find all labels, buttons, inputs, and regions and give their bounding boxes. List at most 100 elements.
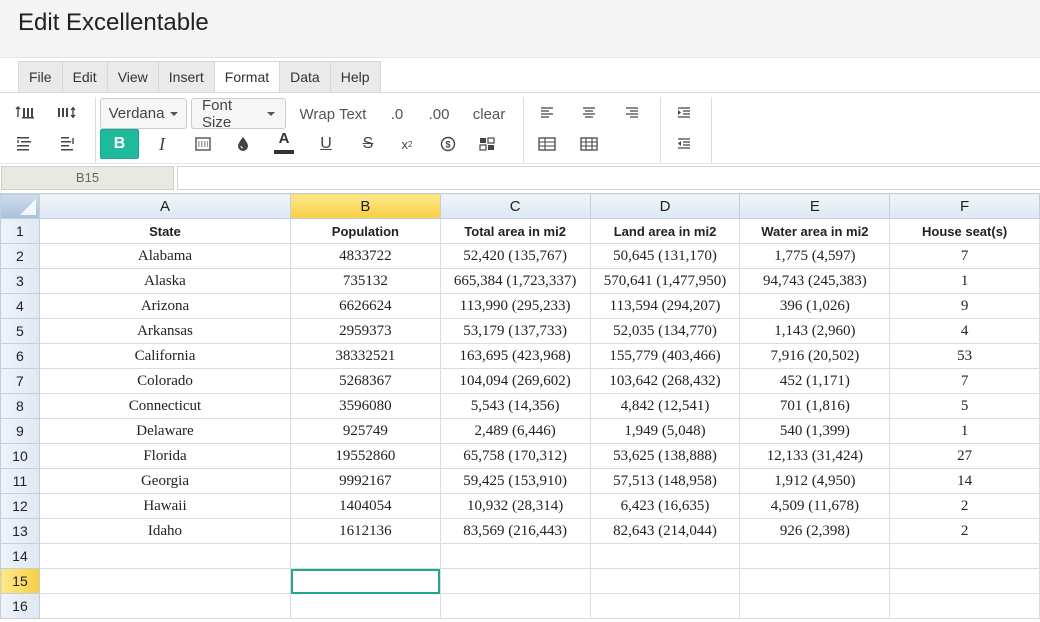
cell-b3[interactable]: 735132 (290, 268, 441, 294)
cell-f10[interactable]: 27 (889, 443, 1040, 469)
cell-d16[interactable] (589, 593, 741, 619)
cell-a7[interactable]: Colorado (38, 368, 292, 394)
clear-format-button[interactable]: clear (468, 100, 510, 128)
cell-b14[interactable] (290, 543, 441, 569)
cell-f8[interactable]: 5 (889, 393, 1040, 419)
text-color-button[interactable]: A (273, 129, 295, 155)
row-header-4[interactable]: 4 (0, 293, 40, 319)
cell-e7[interactable]: 452 (1,171) (739, 368, 891, 394)
select-all-corner[interactable] (0, 193, 40, 219)
cell-d2[interactable]: 50,645 (131,170) (589, 243, 741, 269)
cell-a10[interactable]: Florida (38, 443, 292, 469)
row-header-13[interactable]: 13 (0, 518, 40, 544)
merge-cells-icon[interactable] (476, 133, 498, 155)
cell-a1[interactable]: State (38, 218, 292, 244)
cell-c6[interactable]: 163,695 (423,968) (439, 343, 591, 369)
underline-button[interactable]: U (315, 131, 337, 157)
row-header-11[interactable]: 11 (0, 468, 40, 494)
menu-file[interactable]: File (19, 62, 63, 93)
cell-a5[interactable]: Arkansas (38, 318, 292, 344)
cell-e3[interactable]: 94,743 (245,383) (739, 268, 891, 294)
column-header-f[interactable]: F (889, 193, 1040, 219)
cell-f15[interactable] (889, 568, 1040, 594)
cell-c10[interactable]: 65,758 (170,312) (439, 443, 591, 469)
row-header-1[interactable]: 1 (0, 218, 40, 244)
cell-e2[interactable]: 1,775 (4,597) (739, 243, 891, 269)
cell-f11[interactable]: 14 (889, 468, 1040, 494)
cell-e13[interactable]: 926 (2,398) (739, 518, 891, 544)
cell-a8[interactable]: Connecticut (38, 393, 292, 419)
cell-d15[interactable] (589, 568, 741, 594)
currency-icon[interactable]: $ (437, 133, 459, 155)
cell-a9[interactable]: Delaware (38, 418, 292, 444)
wrap-text-button[interactable]: Wrap Text (293, 100, 373, 128)
align-right-icon[interactable] (621, 103, 643, 123)
insert-row-above-icon[interactable] (14, 103, 36, 123)
strikethrough-button[interactable]: S (357, 131, 379, 157)
cell-a13[interactable]: Idaho (38, 518, 292, 544)
cell-e14[interactable] (739, 543, 891, 569)
cell-f3[interactable]: 1 (889, 268, 1040, 294)
insert-column-icon[interactable] (56, 103, 78, 123)
cell-c11[interactable]: 59,425 (153,910) (439, 468, 591, 494)
cell-f2[interactable]: 7 (889, 243, 1040, 269)
align-center-icon[interactable] (578, 103, 600, 123)
cell-b16[interactable] (290, 593, 441, 619)
cell-e11[interactable]: 1,912 (4,950) (739, 468, 891, 494)
row-header-8[interactable]: 8 (0, 393, 40, 419)
cell-c12[interactable]: 10,932 (28,314) (439, 493, 591, 519)
column-header-d[interactable]: D (589, 193, 741, 219)
cell-b9[interactable]: 925749 (290, 418, 441, 444)
cell-c16[interactable] (439, 593, 591, 619)
column-header-a[interactable]: A (38, 193, 292, 219)
column-header-c[interactable]: C (439, 193, 591, 219)
cell-a14[interactable] (38, 543, 292, 569)
row-header-10[interactable]: 10 (0, 443, 40, 469)
cell-e12[interactable]: 4,509 (11,678) (739, 493, 891, 519)
decrease-indent-icon[interactable] (673, 133, 695, 155)
cell-a3[interactable]: Alaska (38, 268, 292, 294)
cell-d8[interactable]: 4,842 (12,541) (589, 393, 741, 419)
cell-f6[interactable]: 53 (889, 343, 1040, 369)
cell-e8[interactable]: 701 (1,816) (739, 393, 891, 419)
cell-e9[interactable]: 540 (1,399) (739, 418, 891, 444)
cell-f12[interactable]: 2 (889, 493, 1040, 519)
cell-f4[interactable]: 9 (889, 293, 1040, 319)
cell-f14[interactable] (889, 543, 1040, 569)
cell-a15[interactable] (38, 568, 292, 594)
row-header-9[interactable]: 9 (0, 418, 40, 444)
cell-d4[interactable]: 113,594 (294,207) (589, 293, 741, 319)
cell-b8[interactable]: 3596080 (290, 393, 441, 419)
cell-e6[interactable]: 7,916 (20,502) (739, 343, 891, 369)
cell-f1[interactable]: House seat(s) (889, 218, 1040, 244)
delete-row-icon[interactable] (14, 133, 36, 153)
cell-a2[interactable]: Alabama (38, 243, 292, 269)
font-family-dropdown[interactable]: Verdana (100, 98, 187, 129)
cell-f7[interactable]: 7 (889, 368, 1040, 394)
decimal-one-button[interactable]: .0 (382, 100, 412, 128)
menu-data[interactable]: Data (280, 62, 331, 93)
delete-column-icon[interactable] (56, 133, 78, 153)
borders-icon[interactable] (192, 133, 214, 155)
cell-e5[interactable]: 1,143 (2,960) (739, 318, 891, 344)
decimal-two-button[interactable]: .00 (422, 100, 456, 128)
cell-b12[interactable]: 1404054 (290, 493, 441, 519)
row-header-14[interactable]: 14 (0, 543, 40, 569)
cell-reference-box[interactable]: B15 (1, 166, 174, 190)
cell-d6[interactable]: 155,779 (403,466) (589, 343, 741, 369)
row-header-16[interactable]: 16 (0, 593, 40, 619)
cell-b4[interactable]: 6626624 (290, 293, 441, 319)
menu-help[interactable]: Help (331, 62, 380, 93)
column-header-e[interactable]: E (739, 193, 891, 219)
cell-c1[interactable]: Total area in mi2 (439, 218, 591, 244)
cell-f9[interactable]: 1 (889, 418, 1040, 444)
cell-e4[interactable]: 396 (1,026) (739, 293, 891, 319)
superscript-icon[interactable]: x2 (396, 131, 418, 157)
cell-c5[interactable]: 53,179 (137,733) (439, 318, 591, 344)
cell-b10[interactable]: 19552860 (290, 443, 441, 469)
cell-d11[interactable]: 57,513 (148,958) (589, 468, 741, 494)
menu-edit[interactable]: Edit (63, 62, 108, 93)
cell-f16[interactable] (889, 593, 1040, 619)
cell-c15[interactable] (439, 568, 591, 594)
column-header-b[interactable]: B (290, 193, 441, 219)
